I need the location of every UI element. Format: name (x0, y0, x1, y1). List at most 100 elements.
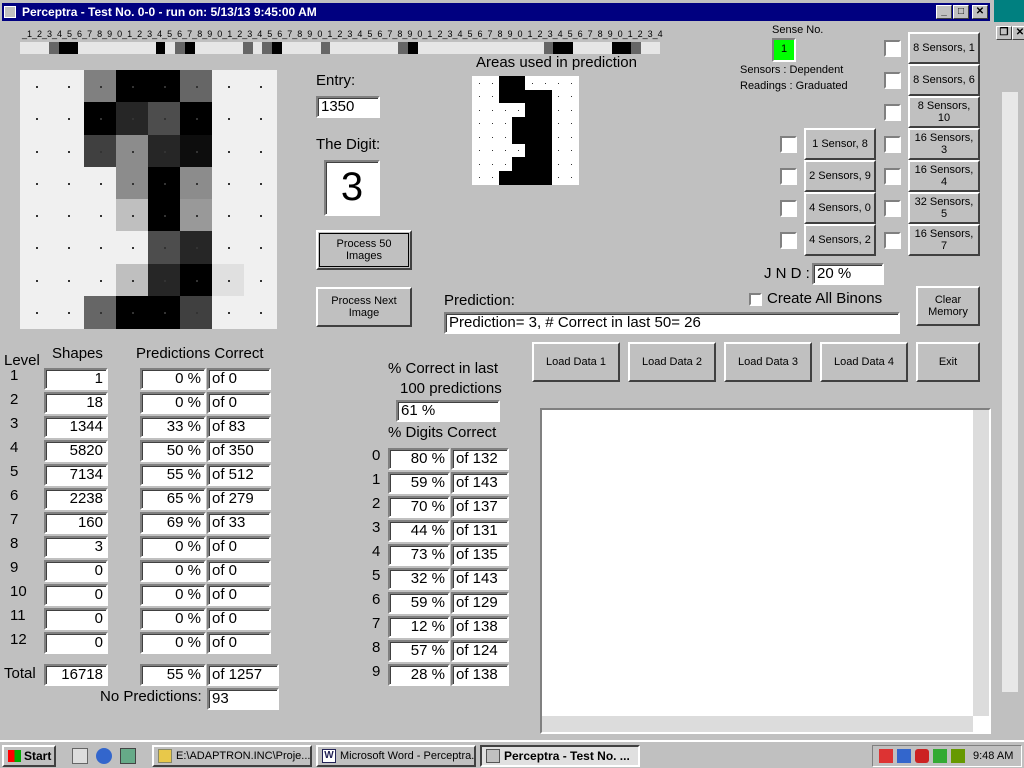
clock[interactable]: 9:48 AM (973, 746, 1013, 766)
output-textarea[interactable] (540, 408, 991, 734)
tray-icon-3[interactable] (915, 749, 929, 763)
area-cell (511, 116, 526, 131)
area-dot (478, 96, 480, 98)
tray-icon-4[interactable] (933, 749, 947, 763)
app-icon[interactable] (4, 6, 16, 18)
pixel-dot (100, 182, 102, 185)
area-dot (491, 82, 493, 84)
sensor-button[interactable]: 16 Sensors, 3 (908, 128, 980, 160)
load-data-3-button[interactable]: Load Data 3 (724, 342, 812, 382)
of-field: of 0 (207, 536, 271, 558)
channels-icon[interactable] (120, 748, 136, 764)
output-hscroll[interactable] (542, 716, 973, 732)
sensor-button[interactable]: 16 Sensors, 7 (908, 224, 980, 256)
pixel-dot (68, 118, 70, 121)
pixel-dot (164, 150, 166, 153)
load-data-1-button[interactable]: Load Data 1 (532, 342, 620, 382)
sensor-cell (456, 42, 467, 54)
sensor-checkbox[interactable] (780, 168, 797, 185)
level-number: 3 (10, 415, 19, 432)
restore-icon[interactable]: ❐ (996, 26, 1012, 40)
pixel-dot (36, 118, 38, 121)
volume-icon[interactable] (951, 749, 965, 763)
digit-number: 3 (372, 519, 381, 536)
ie-icon[interactable] (96, 748, 112, 764)
task-word[interactable]: W Microsoft Word - Perceptra... (316, 745, 476, 767)
sensor-cell (533, 42, 545, 54)
desktop-icon[interactable] (72, 748, 88, 764)
sensor-cell (475, 42, 486, 54)
clear-memory-button[interactable]: Clear Memory (916, 286, 980, 326)
sensor-button[interactable]: 32 Sensors, 5 (908, 192, 980, 224)
sensor-checkbox[interactable] (884, 232, 901, 249)
pixel-dot (68, 150, 70, 153)
area-dot (491, 163, 493, 165)
area-dot (571, 177, 573, 179)
area-dot (571, 163, 573, 165)
sensor-button[interactable]: 8 Sensors, 10 (908, 96, 980, 128)
sensor-cell (136, 42, 147, 54)
area-dot (491, 96, 493, 98)
pixel-dot (260, 182, 262, 185)
close-icon[interactable]: ✕ (1012, 26, 1024, 40)
sensor-checkbox[interactable] (780, 232, 797, 249)
prediction-field[interactable]: Prediction= 3, # Correct in last 50= 26 (444, 312, 900, 334)
create-all-binons-checkbox[interactable] (749, 293, 762, 306)
sensor-button[interactable]: 8 Sensors, 1 (908, 32, 980, 64)
process-50-button[interactable]: Process 50 Images (316, 230, 412, 270)
sensor-checkbox[interactable] (780, 200, 797, 217)
task-explorer[interactable]: E:\ADAPTRON.INC\Proje... (152, 745, 312, 767)
sensor-checkbox[interactable] (780, 136, 797, 153)
process-next-button[interactable]: Process Next Image (316, 287, 412, 327)
sensor-cell (630, 42, 642, 54)
start-button[interactable]: Start (2, 745, 56, 767)
sensor-cell (155, 42, 166, 54)
pixel-dot (36, 215, 38, 218)
exit-button[interactable]: Exit (916, 342, 980, 382)
sensor-button[interactable]: 1 Sensor, 8 (804, 128, 876, 160)
digit-of-field: of 143 (451, 568, 509, 590)
sensor-checkbox[interactable] (884, 104, 901, 121)
of-field: of 0 (207, 584, 271, 606)
minimize-button[interactable]: _ (936, 5, 952, 19)
background-scrollbar[interactable] (1002, 92, 1018, 692)
sensor-checkbox[interactable] (884, 200, 901, 217)
task-perceptra[interactable]: Perceptra - Test No. ... (480, 745, 640, 767)
entry-label: Entry: (316, 72, 356, 89)
sensor-button[interactable]: 4 Sensors, 0 (804, 192, 876, 224)
sensor-cell (524, 42, 535, 54)
entry-field[interactable]: 1350 (316, 96, 380, 118)
sensor-checkbox[interactable] (884, 136, 901, 153)
output-vscroll[interactable] (973, 410, 989, 716)
title-bar[interactable]: Perceptra - Test No. 0-0 - run on: 5/13/… (2, 3, 990, 21)
close-button[interactable]: ✕ (972, 5, 988, 19)
sensor-button[interactable]: 16 Sensors, 4 (908, 160, 980, 192)
of-field: of 279 (207, 488, 271, 510)
level-number: 1 (10, 367, 19, 384)
digit-of-field: of 124 (451, 640, 509, 662)
load-data-4-button[interactable]: Load Data 4 (820, 342, 908, 382)
sensor-checkbox[interactable] (884, 40, 901, 57)
sensor-checkbox[interactable] (884, 168, 901, 185)
area-dot (558, 109, 560, 111)
pixel-dot (36, 247, 38, 250)
sensor-checkbox[interactable] (884, 72, 901, 89)
digit-of-field: of 138 (451, 664, 509, 686)
pct-field: 0 % (140, 560, 206, 582)
pct-field: 0 % (140, 608, 206, 630)
tray-icon-2[interactable] (897, 749, 911, 763)
sensor-button[interactable]: 2 Sensors, 9 (804, 160, 876, 192)
jnd-field[interactable]: 20 % (812, 263, 884, 285)
sense-indicator: 1 (772, 38, 796, 62)
tray-icon-1[interactable] (879, 749, 893, 763)
pixel-dot (132, 247, 134, 250)
area-dot (558, 136, 560, 138)
area-dot (478, 150, 480, 152)
sensor-button[interactable]: 4 Sensors, 2 (804, 224, 876, 256)
load-data-2-button[interactable]: Load Data 2 (628, 342, 716, 382)
pct-field: 33 % (140, 416, 206, 438)
maximize-button[interactable]: □ (953, 5, 969, 19)
sensor-button[interactable]: 8 Sensors, 6 (908, 64, 980, 96)
digit-pct-field: 70 % (388, 496, 450, 518)
sensor-cell (572, 42, 583, 54)
